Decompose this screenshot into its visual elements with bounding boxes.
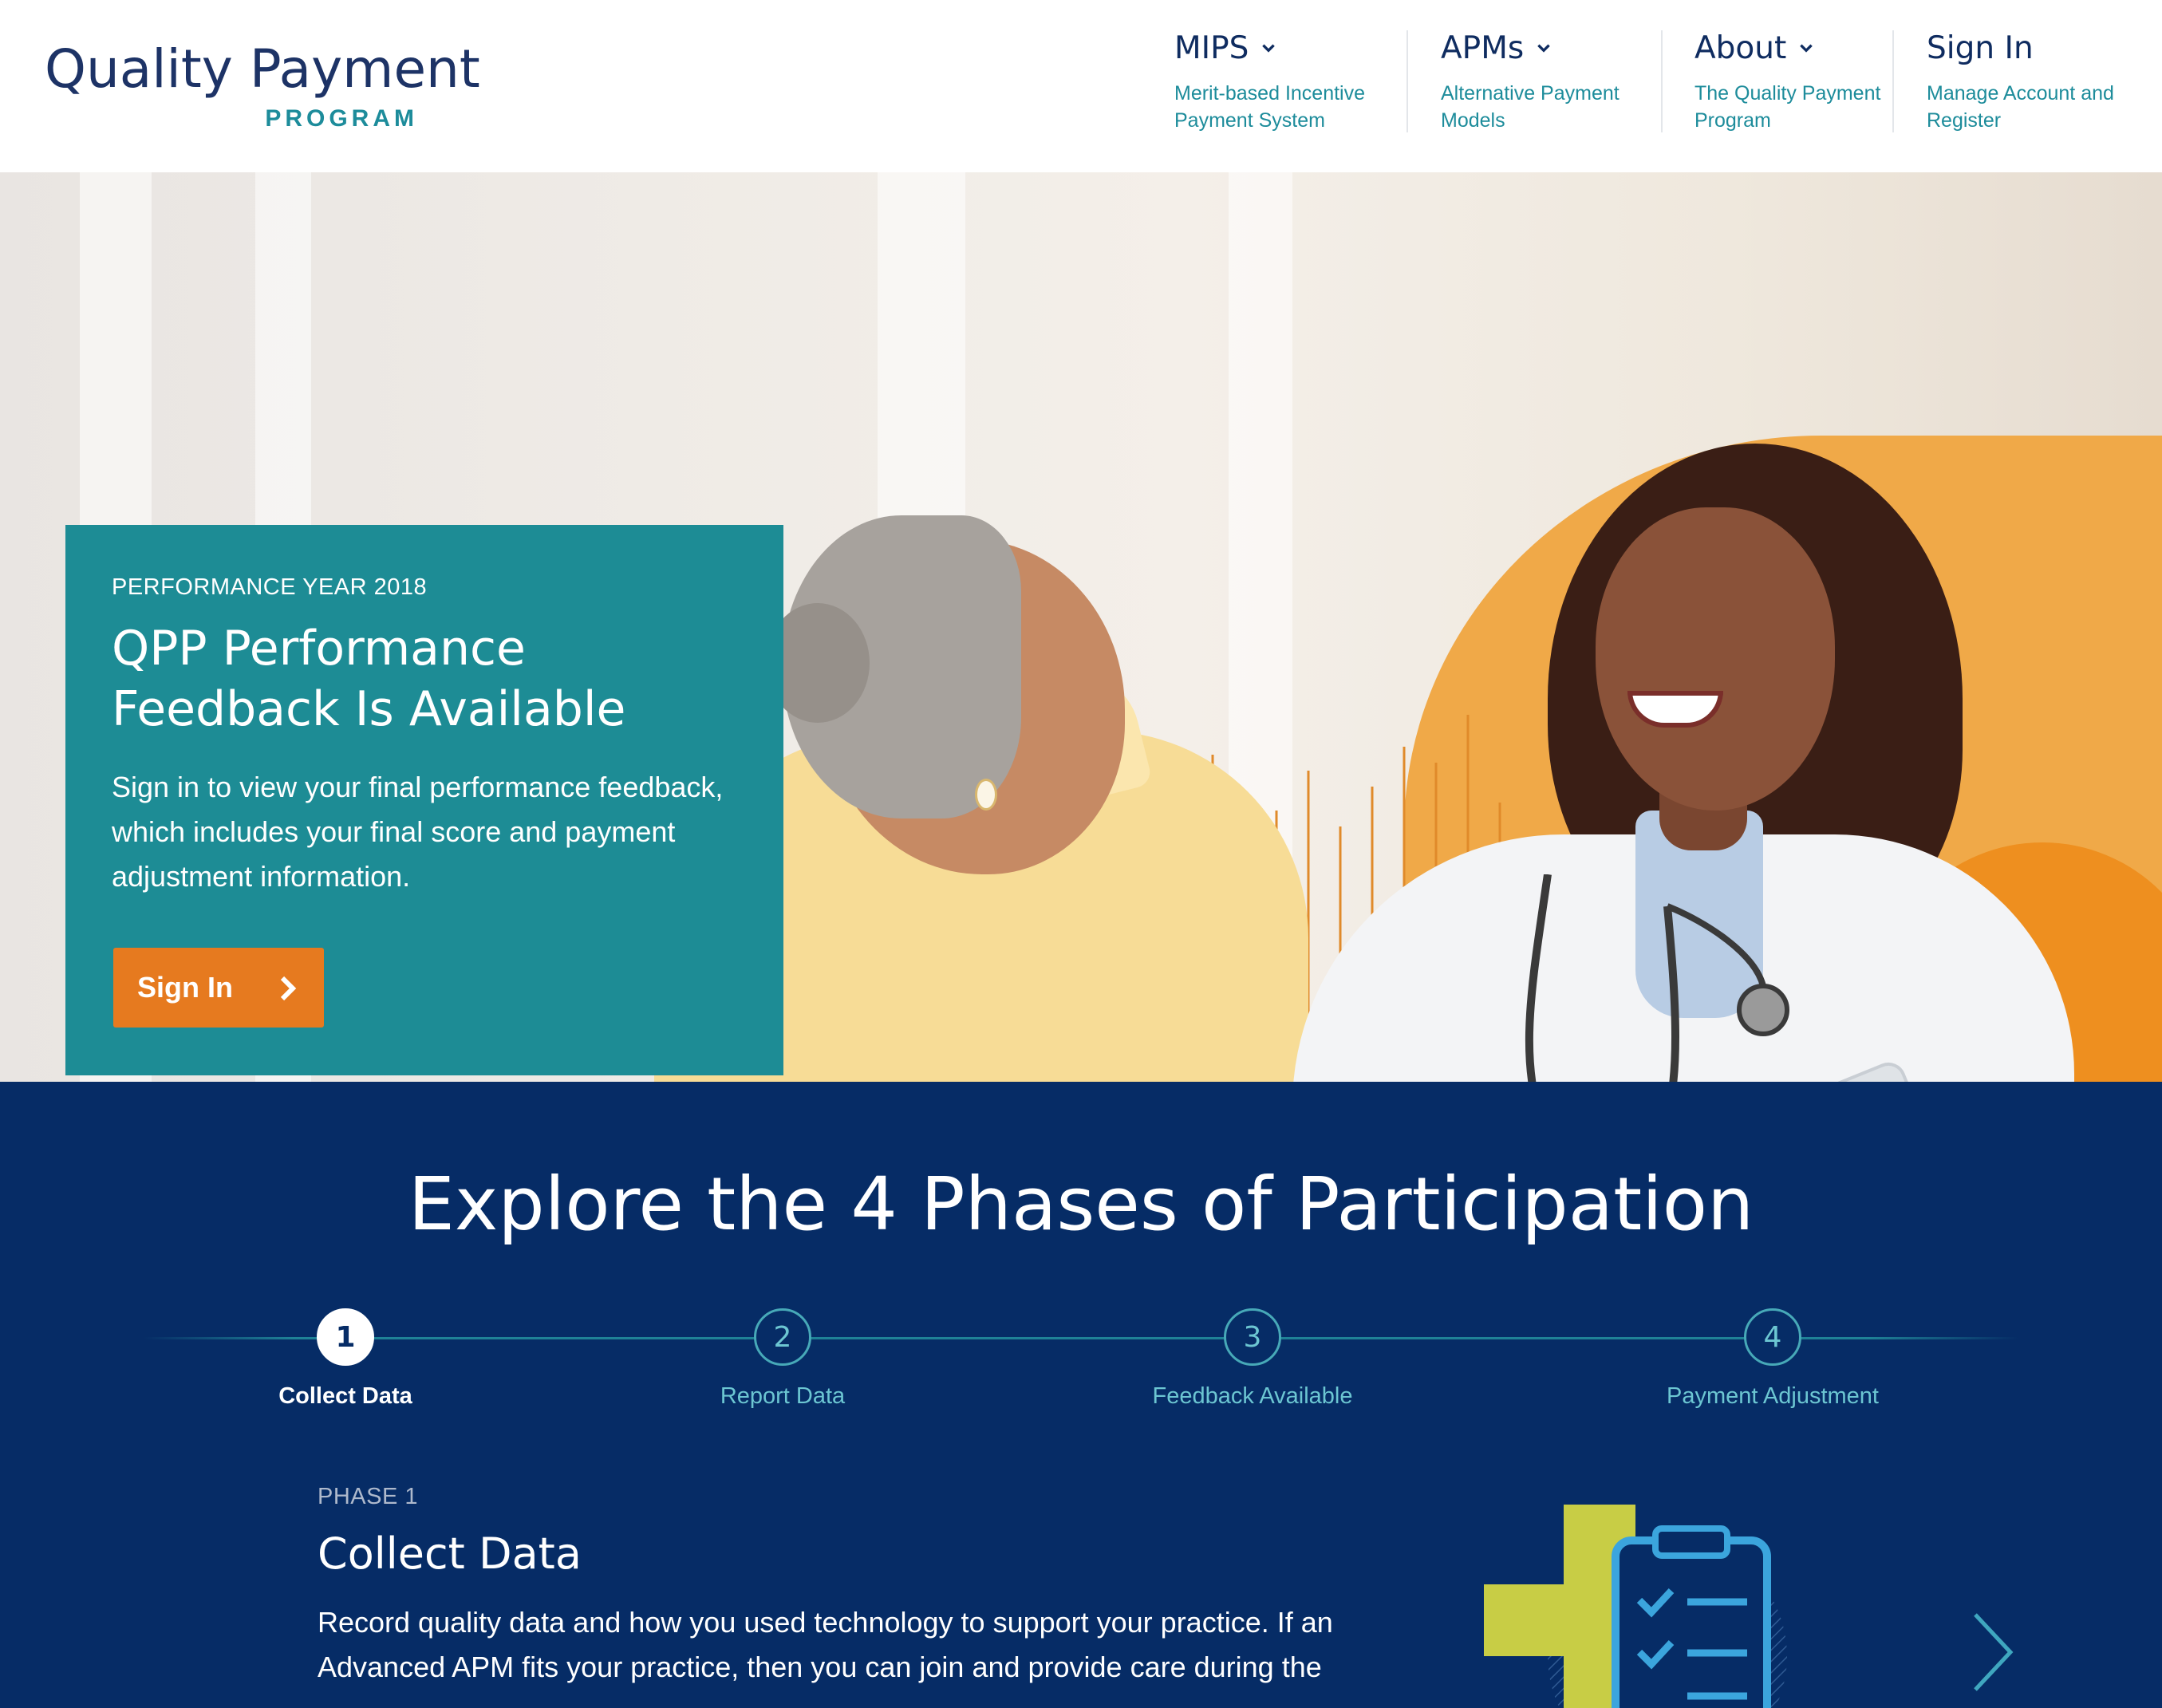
chevron-down-icon: [1537, 44, 1550, 53]
logo-text-program: PROGRAM: [265, 105, 418, 132]
phase-step-label: Report Data: [720, 1383, 846, 1409]
qpp-logo[interactable]: Quality Payment PROGRAM: [45, 38, 480, 142]
phase-step-number: 1: [317, 1308, 374, 1366]
stethoscope-icon: [1525, 874, 1789, 1082]
nav-divider: [1892, 30, 1894, 132]
nav-title-mips: MIPS: [1174, 24, 1406, 72]
nav-divider: [1406, 30, 1408, 132]
nav-title-sign-in: Sign In: [1927, 24, 2134, 72]
chevron-down-icon: [1262, 44, 1276, 53]
feedback-description: Sign in to view your final performance f…: [112, 771, 724, 893]
phase-step-number: 2: [754, 1308, 811, 1366]
nav-subtitle: Alternative Payment Models: [1441, 82, 1620, 132]
chevron-right-icon: [280, 976, 297, 1001]
clipboard-plus-icon: [1484, 1505, 1787, 1708]
phase-step-feedback-available[interactable]: 3 Feedback Available: [1053, 1308, 1452, 1410]
nav-title-text: Sign In: [1927, 30, 2034, 66]
nav-item-sign-in[interactable]: Sign In Manage Account and Register: [1927, 24, 2134, 136]
nav-divider: [1661, 30, 1663, 132]
doctor-face: [1596, 507, 1835, 811]
hero-sign-in-label: Sign In: [137, 971, 233, 1004]
phase-step-label: Feedback Available: [1152, 1383, 1353, 1409]
phase-description: Record quality data and how you used tec…: [318, 1606, 1333, 1683]
phase-step-label: Collect Data: [278, 1383, 412, 1409]
logo-text-quality-payment: Quality Payment: [45, 38, 480, 100]
feedback-eyebrow: PERFORMANCE YEAR 2018: [112, 574, 428, 600]
phases-title: Explore the 4 Phases of Participation: [408, 1162, 1754, 1247]
feedback-card: PERFORMANCE YEAR 2018 QPP Performance Fe…: [65, 525, 783, 1075]
chevron-down-icon: [1800, 44, 1813, 53]
nav-title-about: About: [1694, 24, 1926, 72]
phase-step-collect-data[interactable]: 1 Collect Data: [146, 1308, 545, 1410]
nav-title-text: APMs: [1441, 30, 1525, 66]
hero-sign-in-button[interactable]: Sign In: [113, 948, 324, 1028]
patient-earring: [975, 779, 997, 811]
phase-step-report-data[interactable]: 2 Report Data: [583, 1308, 982, 1410]
nav-item-mips[interactable]: MIPS Merit-based Incentive Payment Syste…: [1174, 24, 1406, 136]
phase-step-number: 4: [1744, 1308, 1801, 1366]
phase-step-payment-adjustment[interactable]: 4 Payment Adjustment: [1573, 1308, 1972, 1410]
feedback-title: QPP Performance Feedback Is Available: [112, 621, 626, 737]
nav-title-apms: APMs: [1441, 24, 1672, 72]
phase-step-number: 3: [1224, 1308, 1281, 1366]
nav-item-about[interactable]: About The Quality Payment Program: [1694, 24, 1926, 136]
site-header: Quality Payment PROGRAM MIPS Merit-based…: [0, 0, 2162, 172]
arrow-right-icon[interactable]: [1969, 1608, 2017, 1696]
nav-subtitle: The Quality Payment Program: [1694, 82, 1881, 132]
nav-subtitle: Merit-based Incentive Payment System: [1174, 82, 1366, 132]
nav-subtitle: Manage Account and Register: [1927, 82, 2114, 132]
phase-step-label: Payment Adjustment: [1667, 1383, 1879, 1409]
phases-section: Explore the 4 Phases of Participation 1 …: [0, 1082, 2162, 1708]
hero-banner: PERFORMANCE YEAR 2018 QPP Performance Fe…: [0, 172, 2162, 1082]
nav-title-text: About: [1694, 30, 1787, 66]
nav-title-text: MIPS: [1174, 30, 1249, 66]
phase-eyebrow: PHASE 1: [318, 1484, 418, 1509]
nav-item-apms[interactable]: APMs Alternative Payment Models: [1441, 24, 1672, 136]
phase-heading: Collect Data: [318, 1529, 582, 1579]
